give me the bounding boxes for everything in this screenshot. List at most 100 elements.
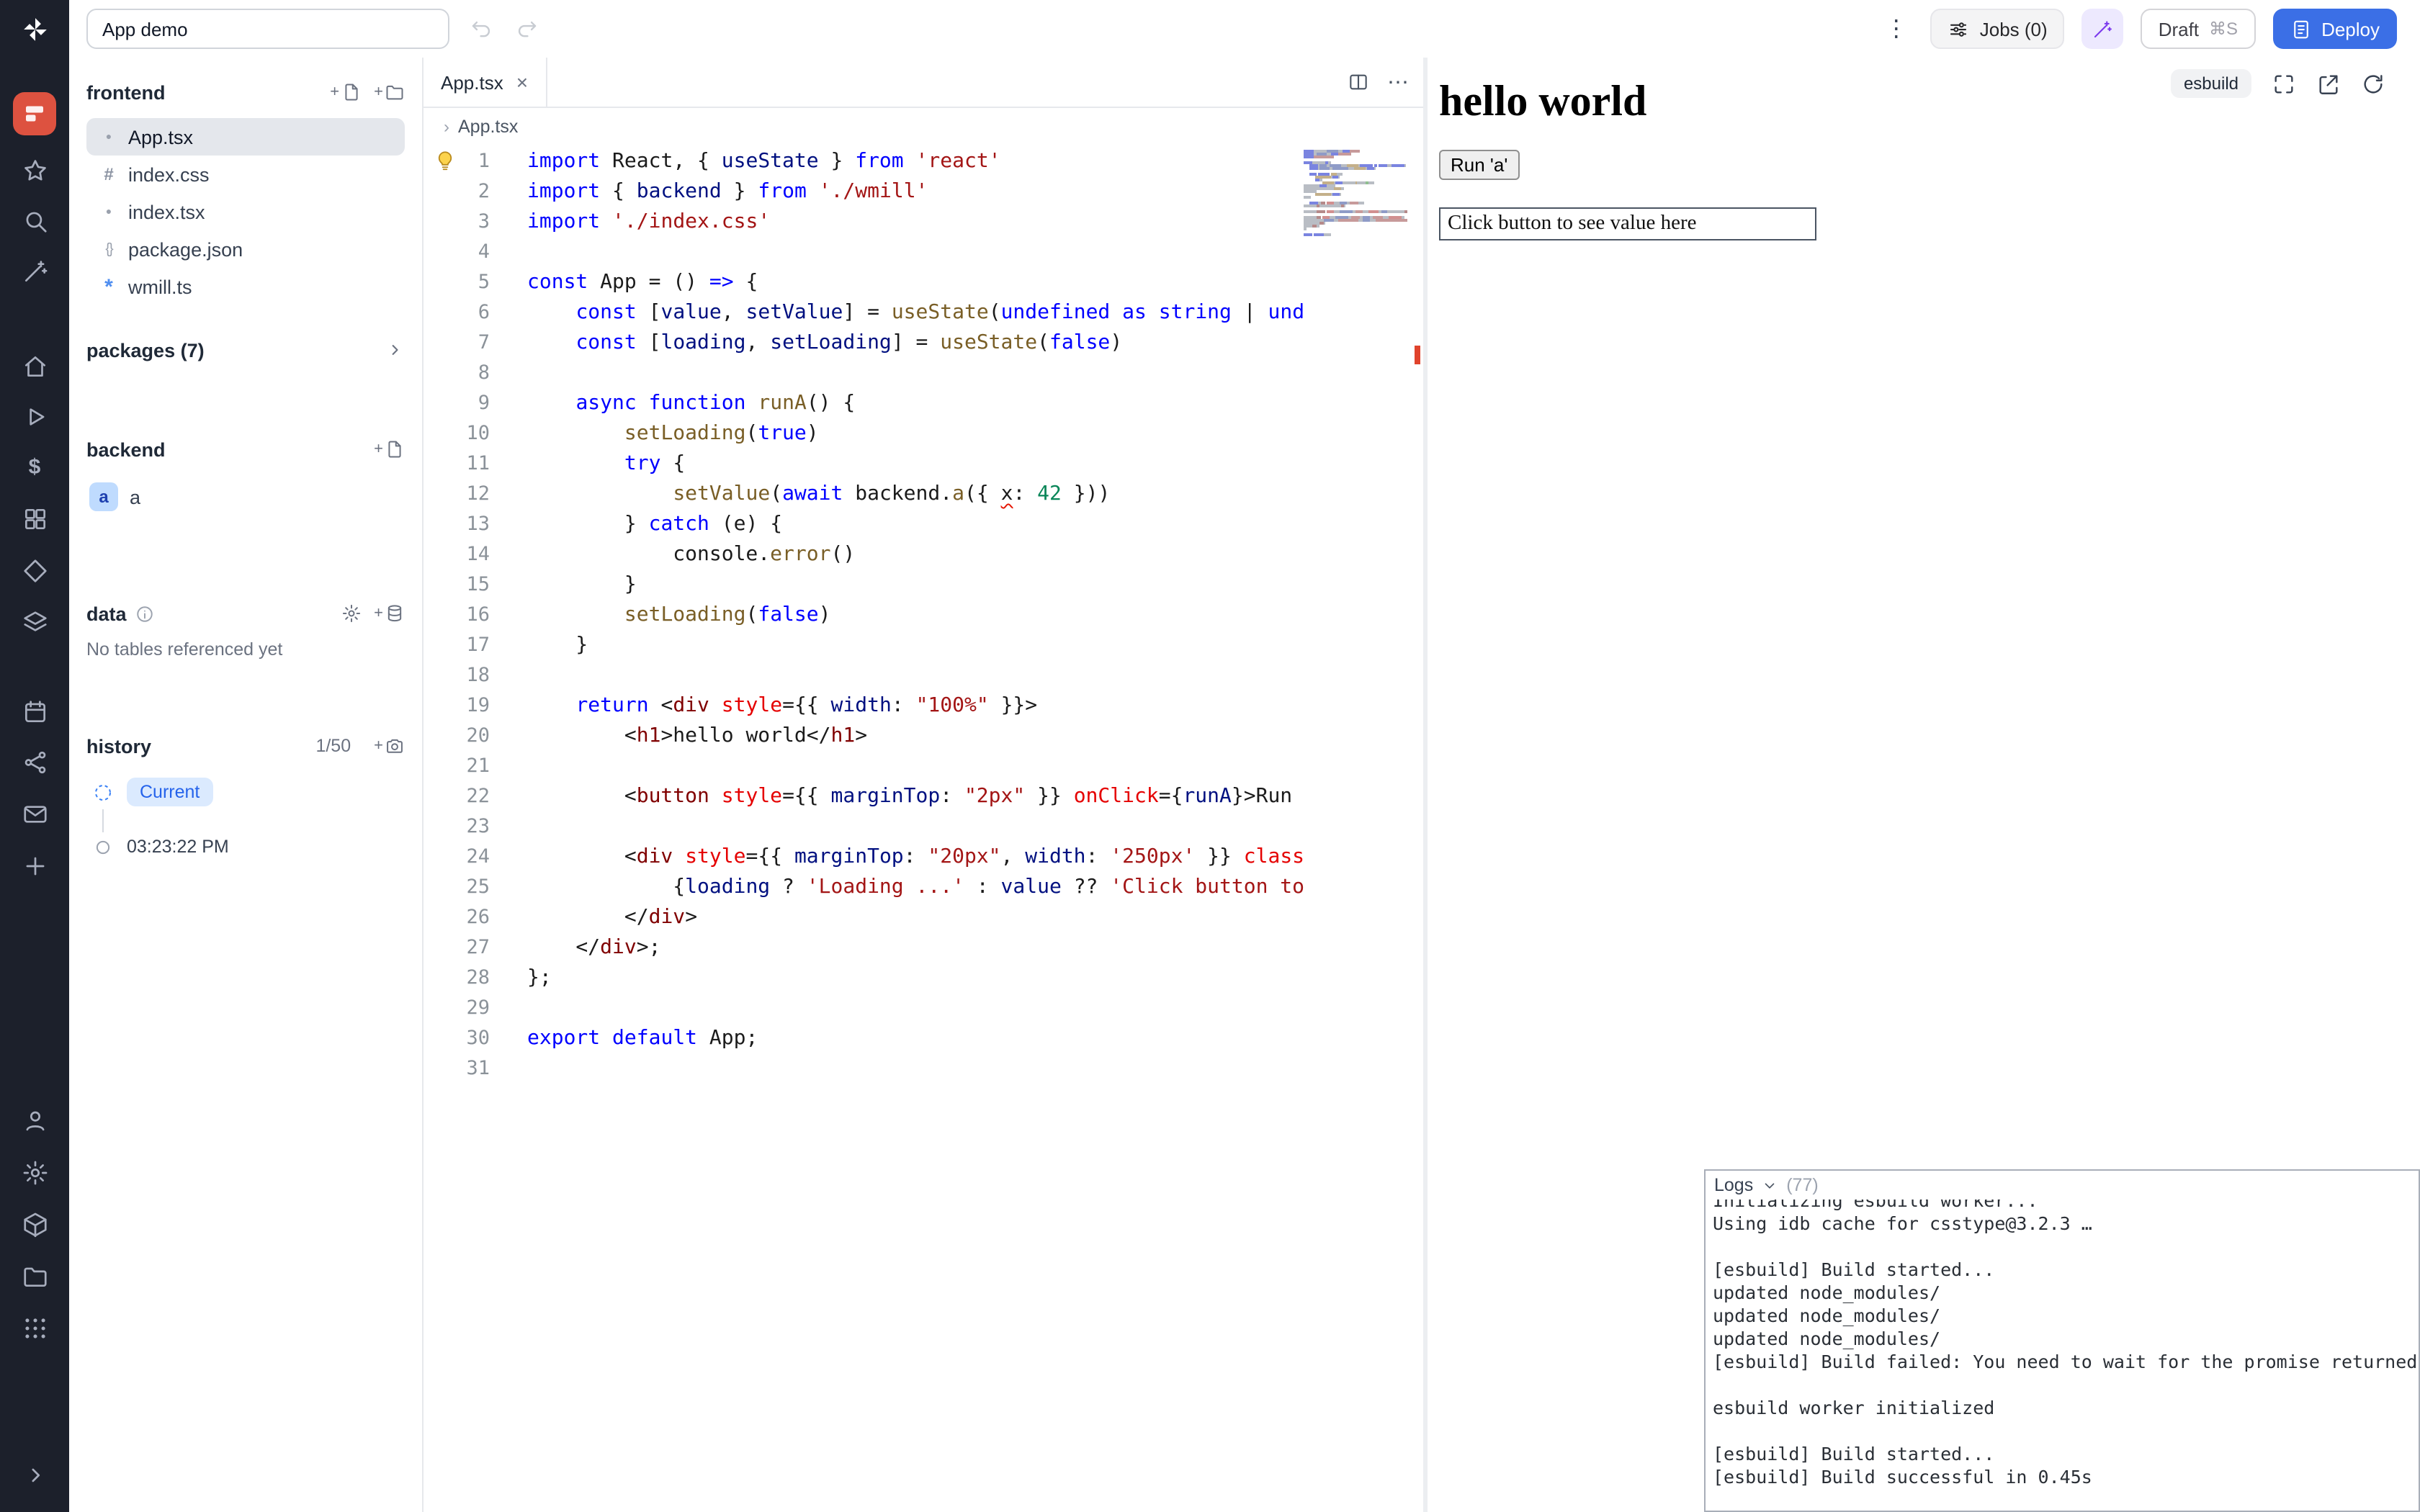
code-line[interactable]: <div style={{ marginTop: "20px", width: … (527, 842, 1304, 873)
current-badge[interactable]: Current (127, 778, 212, 806)
code-line[interactable]: {loading ? 'Loading ...' : value ?? 'Cli… (527, 873, 1304, 903)
data-settings-button[interactable] (341, 603, 361, 624)
menu-grid-icon[interactable] (17, 1310, 52, 1345)
star-icon[interactable] (17, 153, 52, 187)
code-line[interactable]: export default App; (527, 1024, 1304, 1054)
jobs-button[interactable]: Jobs (0) (1931, 9, 2065, 49)
minimap[interactable] (1304, 150, 1407, 239)
code-line[interactable]: const App = () => { (527, 268, 1304, 298)
packages-row[interactable]: packages (7) (86, 331, 405, 369)
settings-gear-icon[interactable] (17, 1155, 52, 1189)
new-backend-script-button[interactable]: + (374, 439, 405, 459)
code-line[interactable]: } (527, 631, 1304, 661)
refresh-icon[interactable] (2361, 71, 2385, 96)
code-text[interactable]: import React, { useState } from 'react'i… (527, 147, 1304, 1084)
code-line[interactable]: setLoading(false) (527, 600, 1304, 631)
file-explorer: frontend + + ●App.tsx#index.css●index.ts… (69, 58, 424, 1512)
history-current-row[interactable]: Current (91, 778, 405, 806)
draft-button[interactable]: Draft ⌘S (2141, 9, 2255, 49)
code-line[interactable]: import './index.css' (527, 207, 1304, 238)
close-icon[interactable]: × (516, 71, 528, 94)
deploy-button[interactable]: Deploy (2272, 9, 2397, 49)
history-snapshot-row[interactable]: 03:23:22 PM (91, 835, 405, 858)
code-line[interactable]: console.error() (527, 540, 1304, 570)
create-plus-icon[interactable] (17, 848, 52, 883)
line-number: 30 (424, 1024, 490, 1054)
database-icon (385, 603, 405, 624)
file-item-index.css[interactable]: #index.css (86, 156, 405, 193)
backend-script-item[interactable]: a a (86, 478, 405, 516)
add-table-button[interactable]: + (374, 603, 405, 624)
expand-chevron-icon[interactable] (17, 1457, 52, 1492)
breadcrumb-file[interactable]: App.tsx (458, 117, 518, 137)
usage-dollar-icon[interactable]: $ (17, 449, 52, 484)
redo-icon[interactable] (514, 17, 539, 41)
kebab-menu-icon[interactable]: ⋮ (1879, 14, 1914, 43)
logs-output[interactable]: Initializing esbuild worker...Using idb … (1706, 1189, 2419, 1511)
home-icon[interactable] (17, 348, 52, 383)
code-line[interactable] (527, 661, 1304, 691)
open-external-icon[interactable] (2316, 71, 2341, 96)
code-line[interactable]: </div> (527, 903, 1304, 933)
code-line[interactable]: } catch (e) { (527, 510, 1304, 540)
code-line[interactable]: import { backend } from './wmill' (527, 177, 1304, 207)
code-line[interactable]: setValue(await backend.a({ x: 42 })) (527, 480, 1304, 510)
logs-header[interactable]: Logs (77) (1706, 1171, 2419, 1200)
code-line[interactable]: async function runA() { (527, 389, 1304, 419)
logs-title[interactable]: Logs (1714, 1175, 1753, 1195)
line-number: 9 (424, 389, 490, 419)
code-line[interactable]: import React, { useState } from 'react' (527, 147, 1304, 177)
code-line[interactable] (527, 812, 1304, 842)
code-line[interactable] (527, 752, 1304, 782)
code-line[interactable]: <h1>hello world</h1> (527, 721, 1304, 752)
file-item-wmill.ts[interactable]: *wmill.ts (86, 268, 405, 305)
user-icon[interactable] (17, 1103, 52, 1138)
undo-icon[interactable] (470, 17, 494, 41)
ai-assistant-button[interactable] (2082, 9, 2124, 49)
flows-diamond-icon[interactable] (17, 553, 52, 588)
windmill-logo[interactable] (17, 12, 52, 46)
esbuild-chip[interactable]: esbuild (2171, 69, 2251, 98)
runs-play-icon[interactable] (17, 399, 52, 433)
more-options-icon[interactable]: ⋯ (1387, 69, 1409, 95)
code-line[interactable]: </div>; (527, 933, 1304, 963)
file-item-App.tsx[interactable]: ●App.tsx (86, 118, 405, 156)
snapshot-button[interactable]: + (374, 736, 405, 756)
inspect-scan-icon[interactable] (2272, 71, 2296, 96)
apps-blocks-icon[interactable] (17, 501, 52, 536)
tab-app-tsx[interactable]: App.tsx × (424, 58, 547, 107)
new-file-button[interactable]: + (330, 82, 361, 102)
new-folder-button[interactable]: + (374, 82, 405, 102)
code-line[interactable]: try { (527, 449, 1304, 480)
chevron-icon[interactable]: › (444, 117, 449, 137)
chevron-down-icon[interactable] (1762, 1177, 1778, 1193)
code-line[interactable] (527, 994, 1304, 1024)
app-name-input[interactable] (86, 9, 449, 49)
code-line[interactable] (527, 1054, 1304, 1084)
app-avatar-icon[interactable] (13, 92, 56, 135)
error-overview-marker (1415, 346, 1420, 364)
code-line[interactable]: } (527, 570, 1304, 600)
search-icon[interactable] (17, 203, 52, 238)
code-line[interactable] (527, 238, 1304, 268)
component-icon: ● (99, 207, 118, 217)
code-line[interactable]: }; (527, 963, 1304, 994)
resources-layers-icon[interactable] (17, 605, 52, 639)
ai-wand-icon[interactable] (17, 253, 52, 288)
file-item-package.json[interactable]: {}package.json (86, 230, 405, 268)
schedules-calendar-icon[interactable] (17, 694, 52, 729)
folders-icon[interactable] (17, 1259, 52, 1293)
file-item-index.tsx[interactable]: ●index.tsx (86, 193, 405, 230)
code-line[interactable]: setLoading(true) (527, 419, 1304, 449)
run-a-button[interactable]: Run 'a' (1439, 150, 1519, 180)
inbox-mail-icon[interactable] (17, 796, 52, 831)
code-line[interactable]: const [loading, setLoading] = useState(f… (527, 328, 1304, 359)
code-line[interactable]: const [value, setValue] = useState(undef… (527, 298, 1304, 328)
split-view-icon[interactable] (1347, 71, 1370, 94)
workspace-box-icon[interactable] (17, 1207, 52, 1241)
code-line[interactable]: return <div style={{ width: "100%" }}> (527, 691, 1304, 721)
code-line[interactable] (527, 359, 1304, 389)
code-line[interactable]: <button style={{ marginTop: "2px" }} onC… (527, 782, 1304, 812)
component-icon: ● (99, 132, 118, 142)
flow-share-icon[interactable] (17, 744, 52, 779)
